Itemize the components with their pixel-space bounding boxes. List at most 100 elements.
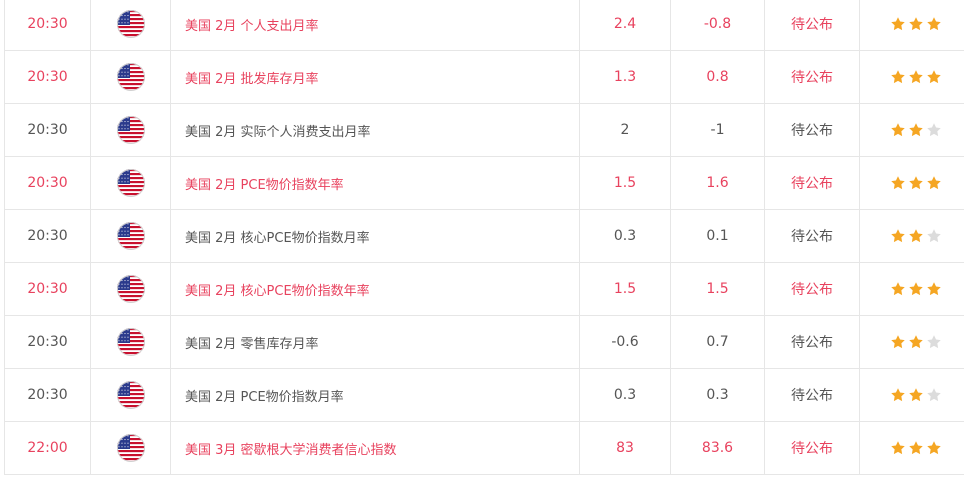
star-rating: [890, 281, 942, 297]
time-cell: 20:30: [5, 157, 91, 209]
table-row[interactable]: 20:30 美国 2月 核心PCE物价指数年率 1.5 1.5 待公布: [5, 263, 964, 316]
star-filled-icon: [908, 176, 923, 190]
forecast-value: 1.6: [671, 157, 765, 209]
table-row[interactable]: 22:00 美国 3月 密歇根大学消费者信心指数 83 83.6 待公布: [5, 422, 964, 475]
forecast-value: -1: [671, 104, 765, 156]
us-flag-icon: [116, 328, 145, 356]
flag-cell: [91, 316, 171, 368]
time-cell: 20:30: [5, 51, 91, 103]
importance-stars: [860, 369, 964, 421]
previous-value: 1.5: [580, 157, 671, 209]
forecast-value: 0.3: [671, 369, 765, 421]
star-rating: [890, 175, 942, 191]
us-flag-icon: [116, 381, 145, 409]
table-row[interactable]: 20:30 美国 2月 PCE物价指数月率 0.3 0.3 待公布: [5, 369, 964, 422]
time-cell: 20:30: [5, 104, 91, 156]
us-flag-icon: [116, 63, 145, 91]
star-filled-icon: [890, 388, 905, 402]
previous-value: 83: [580, 422, 671, 474]
flag-cell: [91, 263, 171, 315]
star-filled-icon: [926, 17, 941, 31]
forecast-value: 0.8: [671, 51, 765, 103]
event-name[interactable]: 美国 2月 PCE物价指数月率: [171, 369, 580, 421]
importance-stars: [860, 263, 964, 315]
star-filled-icon: [908, 229, 923, 243]
previous-value: 2.4: [580, 0, 671, 50]
actual-value: 待公布: [765, 369, 860, 421]
star-filled-icon: [908, 123, 923, 137]
importance-stars: [860, 316, 964, 368]
star-filled-icon: [908, 70, 923, 84]
star-empty-icon: [926, 388, 941, 402]
us-flag-icon: [116, 169, 145, 197]
economic-calendar-table: 20:30 美国 2月 个人支出月率 2.4 -0.8 待公布 20:30 美国 2月 批…: [4, 0, 964, 475]
table-row[interactable]: 20:30 美国 2月 批发库存月率 1.3 0.8 待公布: [5, 51, 964, 104]
table-row[interactable]: 20:30 美国 2月 零售库存月率 -0.6 0.7 待公布: [5, 316, 964, 369]
star-rating: [890, 122, 942, 138]
flag-cell: [91, 51, 171, 103]
star-filled-icon: [926, 282, 941, 296]
star-rating: [890, 440, 942, 456]
event-name[interactable]: 美国 2月 实际个人消费支出月率: [171, 104, 580, 156]
time-cell: 20:30: [5, 210, 91, 262]
forecast-value: -0.8: [671, 0, 765, 50]
table-row[interactable]: 20:30 美国 2月 个人支出月率 2.4 -0.8 待公布: [5, 0, 964, 51]
importance-stars: [860, 51, 964, 103]
flag-cell: [91, 157, 171, 209]
actual-value: 待公布: [765, 263, 860, 315]
flag-cell: [91, 210, 171, 262]
actual-value: 待公布: [765, 0, 860, 50]
event-name[interactable]: 美国 2月 核心PCE物价指数年率: [171, 263, 580, 315]
star-filled-icon: [926, 441, 941, 455]
event-name[interactable]: 美国 2月 个人支出月率: [171, 0, 580, 50]
importance-stars: [860, 210, 964, 262]
actual-value: 待公布: [765, 210, 860, 262]
importance-stars: [860, 157, 964, 209]
actual-value: 待公布: [765, 157, 860, 209]
star-filled-icon: [890, 70, 905, 84]
star-rating: [890, 69, 942, 85]
previous-value: 1.5: [580, 263, 671, 315]
time-cell: 20:30: [5, 316, 91, 368]
event-name[interactable]: 美国 2月 核心PCE物价指数月率: [171, 210, 580, 262]
previous-value: 1.3: [580, 51, 671, 103]
star-filled-icon: [908, 335, 923, 349]
event-name[interactable]: 美国 2月 PCE物价指数年率: [171, 157, 580, 209]
actual-value: 待公布: [765, 51, 860, 103]
previous-value: 2: [580, 104, 671, 156]
us-flag-icon: [116, 275, 145, 303]
star-filled-icon: [908, 388, 923, 402]
star-filled-icon: [908, 441, 923, 455]
star-filled-icon: [908, 17, 923, 31]
actual-value: 待公布: [765, 316, 860, 368]
us-flag-icon: [116, 222, 145, 250]
star-filled-icon: [890, 17, 905, 31]
event-name[interactable]: 美国 3月 密歇根大学消费者信心指数: [171, 422, 580, 474]
event-name[interactable]: 美国 2月 零售库存月率: [171, 316, 580, 368]
star-empty-icon: [926, 335, 941, 349]
time-cell: 20:30: [5, 0, 91, 50]
us-flag-icon: [116, 10, 145, 38]
star-filled-icon: [890, 282, 905, 296]
table-row[interactable]: 20:30 美国 2月 核心PCE物价指数月率 0.3 0.1 待公布: [5, 210, 964, 263]
importance-stars: [860, 104, 964, 156]
star-rating: [890, 228, 942, 244]
time-cell: 20:30: [5, 369, 91, 421]
event-name[interactable]: 美国 2月 批发库存月率: [171, 51, 580, 103]
forecast-value: 0.7: [671, 316, 765, 368]
star-rating: [890, 16, 942, 32]
actual-value: 待公布: [765, 104, 860, 156]
table-row[interactable]: 20:30 美国 2月 PCE物价指数年率 1.5 1.6 待公布: [5, 157, 964, 210]
star-filled-icon: [890, 176, 905, 190]
previous-value: 0.3: [580, 210, 671, 262]
forecast-value: 1.5: [671, 263, 765, 315]
forecast-value: 0.1: [671, 210, 765, 262]
flag-cell: [91, 422, 171, 474]
us-flag-icon: [116, 116, 145, 144]
time-cell: 20:30: [5, 263, 91, 315]
star-filled-icon: [926, 176, 941, 190]
flag-cell: [91, 0, 171, 50]
star-filled-icon: [926, 70, 941, 84]
table-row[interactable]: 20:30 美国 2月 实际个人消费支出月率 2 -1 待公布: [5, 104, 964, 157]
star-rating: [890, 334, 942, 350]
